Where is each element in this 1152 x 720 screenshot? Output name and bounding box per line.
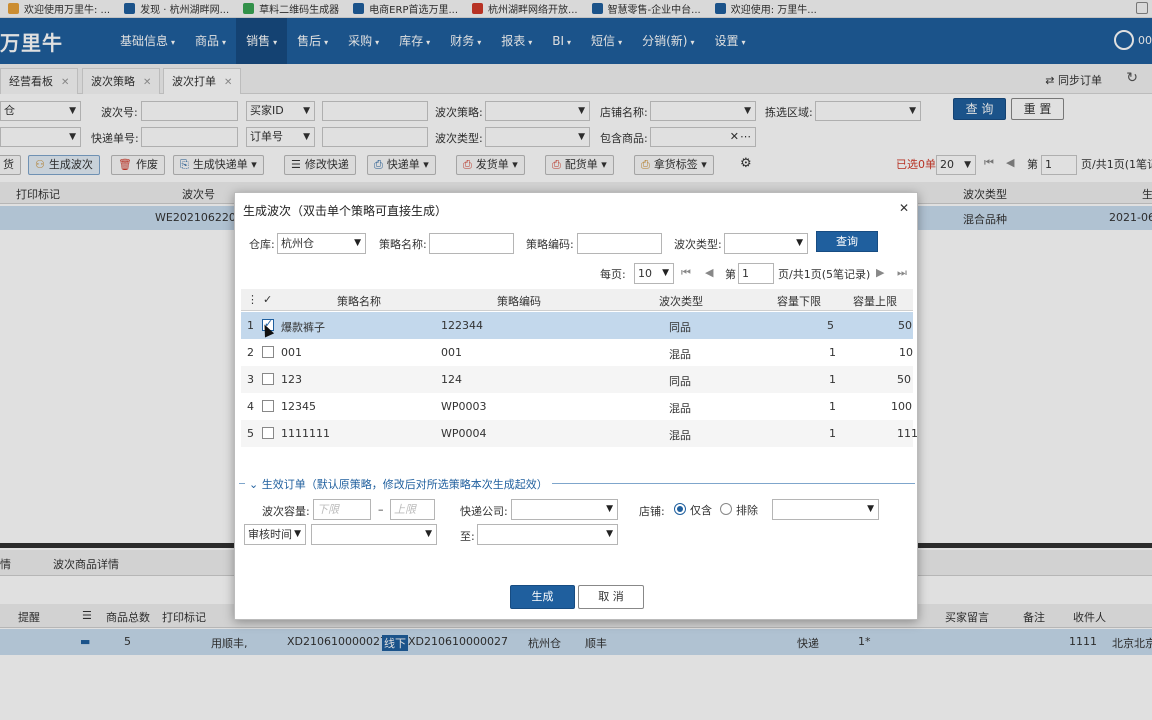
column-menu-icon[interactable]: ⋮ — [247, 293, 258, 306]
cell-code: 124 — [441, 373, 462, 386]
end-time-select[interactable]: ▼ — [477, 524, 618, 545]
row-checkbox[interactable] — [262, 373, 274, 385]
section-toggle[interactable]: ⌄ 生效订单（默认原策略，修改后对所选策略本次生成起效） — [245, 476, 552, 492]
cell-code: WP0003 — [441, 400, 487, 413]
cell-name: 1111111 — [281, 427, 330, 440]
cell-max: 10 — [899, 346, 913, 359]
generate-button[interactable]: 生成 — [510, 585, 575, 609]
chevron-down-icon: ▼ — [606, 529, 613, 539]
effective-orders-section: ⌄ 生效订单（默认原策略，修改后对所选策略本次生成起效） — [239, 476, 915, 492]
capacity-min-input[interactable]: 下限 — [313, 499, 371, 520]
cell-name: 12345 — [281, 400, 316, 413]
row-index: 2 — [247, 346, 254, 359]
table-row[interactable]: 2 001 001 混品 1 10 — [241, 339, 913, 366]
cell-max: 50 — [897, 373, 911, 386]
warehouse-label: 仓库: — [249, 238, 275, 251]
col-capacity-max: 容量上限 — [853, 295, 897, 308]
page-total: 页/共1页(5笔记录) — [778, 268, 871, 281]
express-company-select[interactable]: ▼ — [511, 499, 618, 520]
table-row[interactable]: 1 爆款裤子 122344 同品 5 50 — [241, 312, 913, 339]
cell-type: 混品 — [669, 348, 691, 361]
row-index: 1 — [247, 319, 254, 332]
wave-type-select[interactable]: ▼ — [724, 233, 808, 254]
close-icon[interactable]: ✕ — [899, 201, 909, 215]
col-strategy-code: 策略编码 — [497, 295, 541, 308]
range-dash: – — [378, 503, 384, 516]
table-row[interactable]: 4 12345 WP0003 混品 1 100 — [241, 393, 913, 420]
row-index: 5 — [247, 427, 254, 440]
cell-min: 1 — [829, 400, 836, 413]
chevron-down-icon: ▼ — [606, 504, 613, 514]
page-label: 第 — [725, 268, 736, 281]
per-page-label: 每页: — [600, 268, 626, 281]
strategy-code-input[interactable] — [577, 233, 662, 254]
cell-code: 001 — [441, 346, 462, 359]
chevron-down-icon: ▼ — [354, 238, 361, 248]
select-all-check-icon[interactable]: ✓ — [263, 293, 272, 306]
cell-min: 1 — [829, 427, 836, 440]
page-number-input[interactable]: 1 — [738, 263, 774, 284]
cell-type: 混品 — [669, 429, 691, 442]
cell-name: 001 — [281, 346, 302, 359]
wave-type-label: 波次类型: — [674, 238, 722, 251]
capacity-label: 波次容量: — [262, 505, 310, 518]
chevron-down-icon: ▼ — [425, 529, 432, 539]
last-page-icon[interactable]: ⏭ — [897, 266, 907, 280]
start-time-select[interactable]: ▼ — [311, 524, 437, 545]
next-page-icon[interactable]: ▶ — [876, 266, 884, 279]
shop-select[interactable]: ▼ — [772, 499, 879, 520]
cell-type: 同品 — [669, 375, 691, 388]
cell-max: 50 — [898, 319, 912, 332]
cell-max: 100 — [891, 400, 912, 413]
row-checkbox[interactable] — [262, 400, 274, 412]
express-company-label: 快递公司: — [460, 505, 508, 518]
table-row[interactable]: 3 123 124 同品 1 50 — [241, 366, 913, 393]
col-capacity-min: 容量下限 — [777, 295, 821, 308]
only-include-radio[interactable] — [674, 503, 686, 515]
row-index: 3 — [247, 373, 254, 386]
cell-min: 5 — [827, 319, 834, 332]
table-row[interactable]: 5 1111111 WP0004 混品 1 111 — [241, 420, 918, 447]
to-label: 至: — [460, 530, 475, 543]
cell-name: 爆款裤子 — [281, 321, 325, 334]
cell-type: 同品 — [669, 321, 691, 334]
strategy-name-input[interactable] — [429, 233, 514, 254]
dialog-title: 生成波次（双击单个策略可直接生成） — [243, 204, 448, 218]
chevron-down-icon: ▼ — [867, 504, 874, 514]
strategy-code-label: 策略编码: — [526, 238, 574, 251]
per-page-select[interactable]: 10 ▼ — [634, 263, 674, 284]
cell-code: 122344 — [441, 319, 483, 332]
cell-min: 1 — [829, 373, 836, 386]
exclude-label: 排除 — [736, 504, 758, 517]
chevron-down-icon: ▼ — [796, 238, 803, 248]
chevron-down-icon: ▼ — [662, 268, 669, 278]
cancel-button[interactable]: 取 消 — [578, 585, 644, 609]
shop-label: 店铺: — [639, 505, 665, 518]
cell-name: 123 — [281, 373, 302, 386]
chevron-down-icon: ⌄ — [249, 478, 262, 491]
col-strategy-name: 策略名称 — [337, 295, 381, 308]
dialog-query-button[interactable]: 查询 — [816, 231, 878, 252]
warehouse-select[interactable]: 杭州仓 ▼ — [277, 233, 366, 254]
capacity-max-input[interactable]: 上限 — [390, 499, 435, 520]
chevron-down-icon: ▼ — [294, 529, 301, 539]
exclude-radio[interactable] — [720, 503, 732, 515]
strategy-table-header: ⋮ ✓ 策略名称 策略编码 波次类型 容量下限 容量上限 — [241, 289, 913, 311]
row-checkbox[interactable] — [262, 427, 274, 439]
col-wave-type: 波次类型 — [659, 295, 703, 308]
cell-max: 111 — [897, 427, 918, 440]
row-checkbox[interactable] — [262, 346, 274, 358]
generate-wave-dialog: 生成波次（双击单个策略可直接生成） ✕ 仓库: 杭州仓 ▼ 策略名称: 策略编码:… — [234, 192, 918, 620]
first-page-icon[interactable]: ⏮ — [681, 266, 691, 280]
cell-min: 1 — [829, 346, 836, 359]
prev-page-icon[interactable]: ◀ — [705, 266, 713, 279]
only-include-label: 仅含 — [690, 504, 712, 517]
strategy-name-label: 策略名称: — [379, 238, 427, 251]
time-type-select[interactable]: 审核时间 ▼ — [244, 524, 306, 545]
cell-code: WP0004 — [441, 427, 487, 440]
row-index: 4 — [247, 400, 254, 413]
cell-type: 混品 — [669, 402, 691, 415]
